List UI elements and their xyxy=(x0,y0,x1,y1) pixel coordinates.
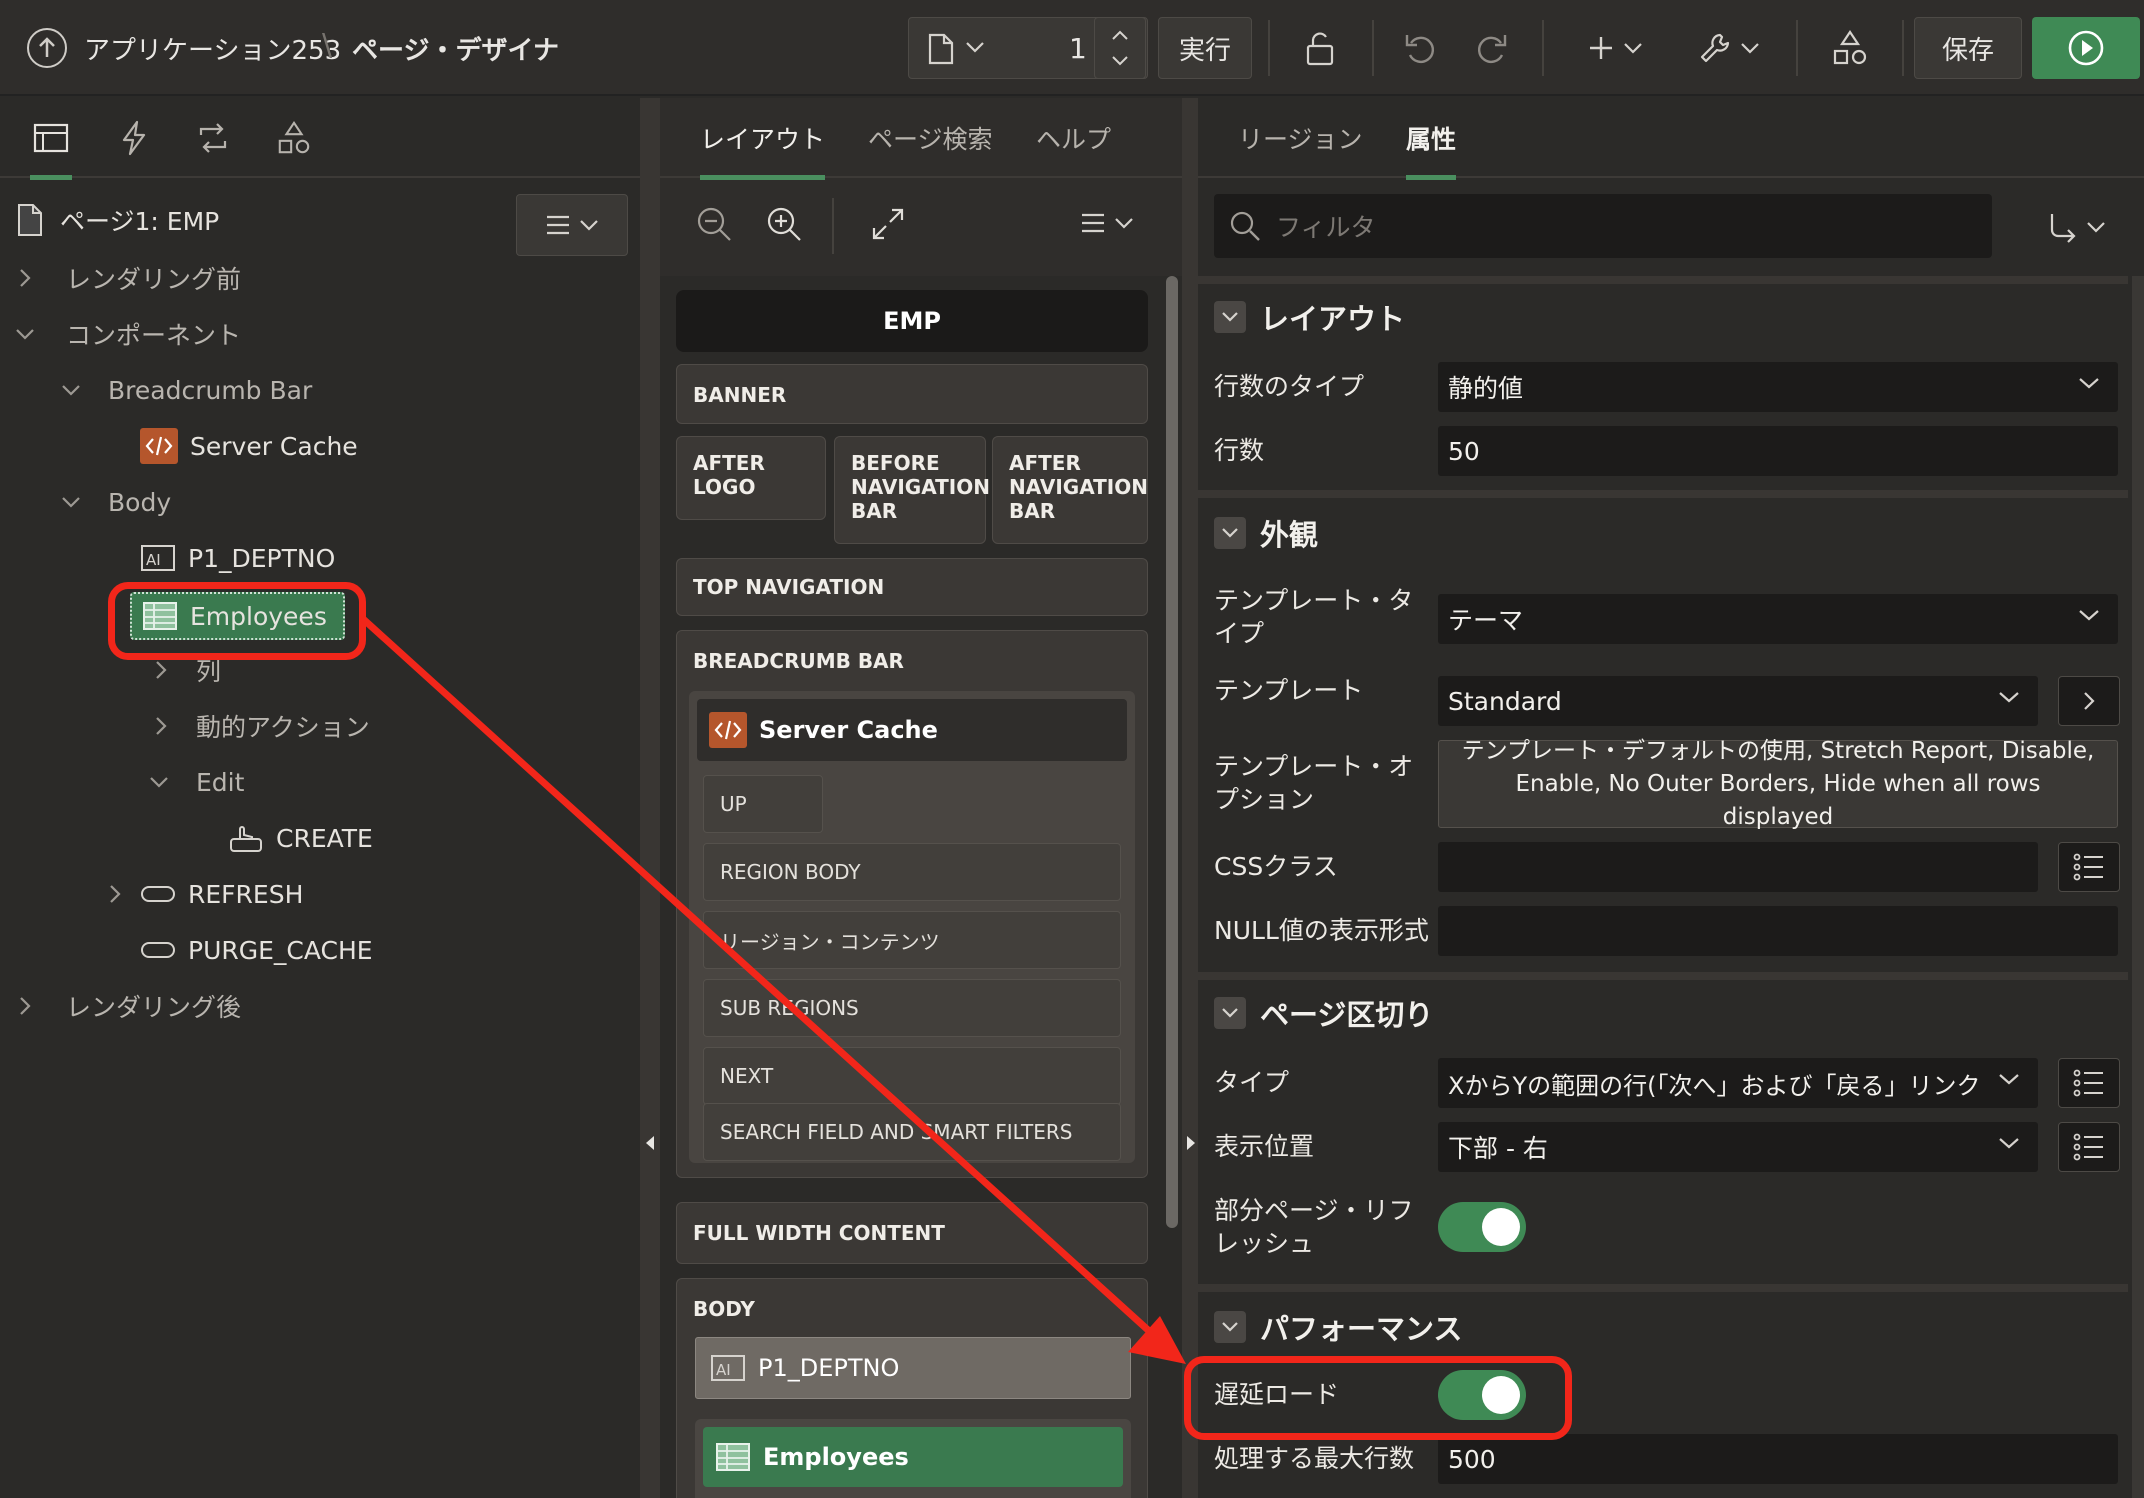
annotation-arrow xyxy=(359,615,1186,1364)
